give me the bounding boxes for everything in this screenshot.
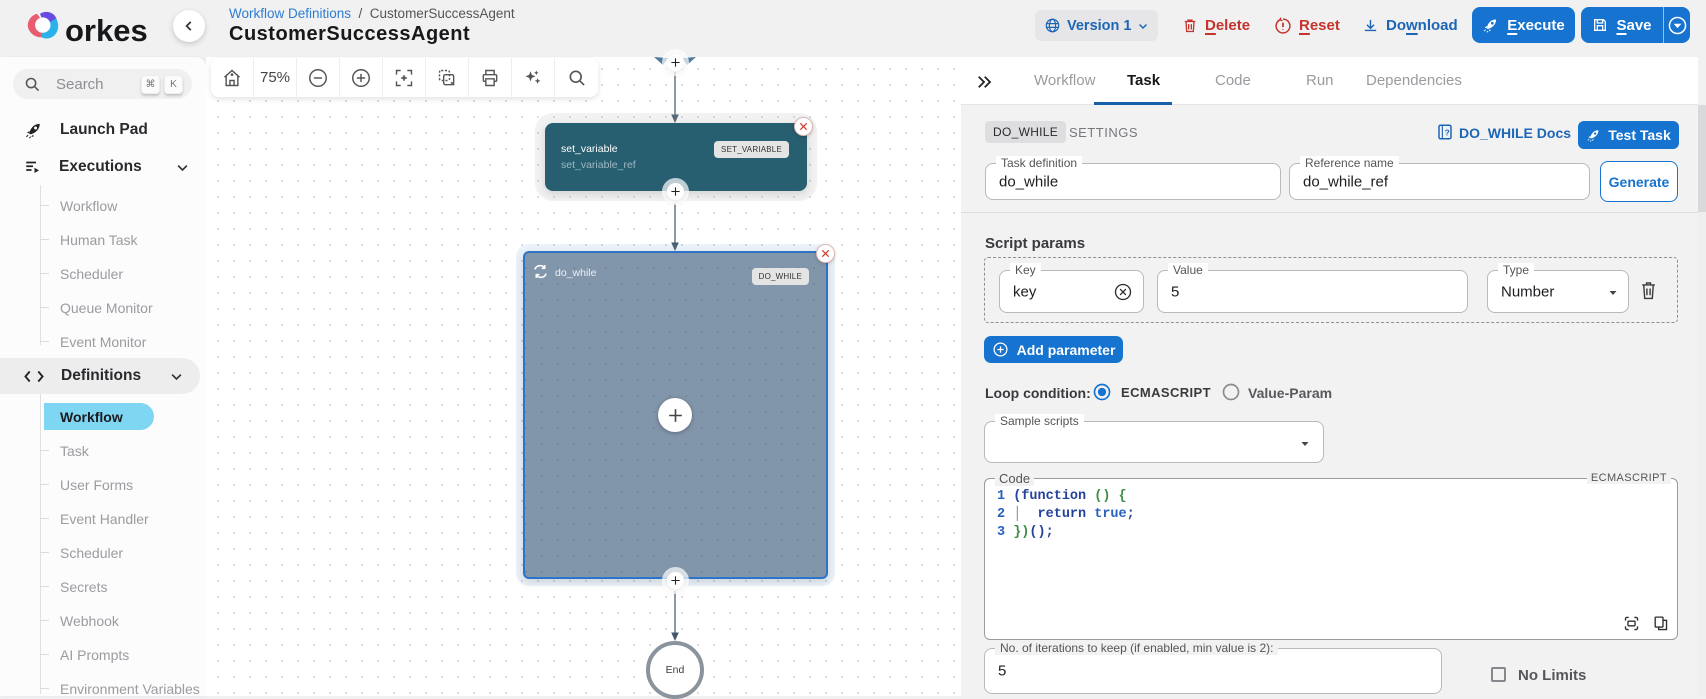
svg-text:orkes: orkes	[65, 13, 148, 48]
svg-text:?: ?	[1445, 128, 1450, 137]
